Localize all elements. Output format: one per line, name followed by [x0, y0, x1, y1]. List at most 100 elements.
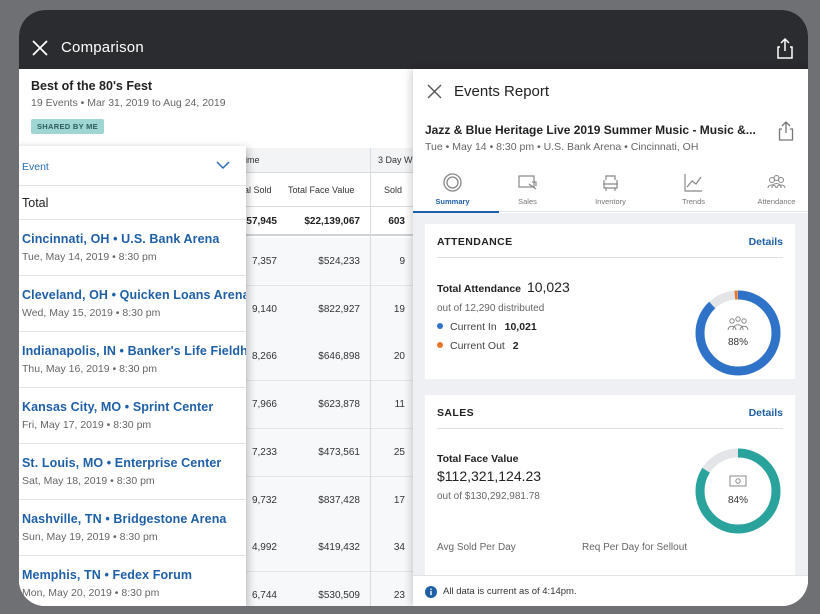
table-cell: 23 [371, 571, 419, 606]
event-date: Wed, May 15, 2019 • 8:30 pm [22, 307, 161, 319]
column-header[interactable]: Sold [371, 173, 419, 207]
summary-icon [443, 173, 462, 192]
table-cell: $419,432 [281, 524, 370, 573]
total-row[interactable]: Total [19, 186, 246, 220]
tab-attendance[interactable]: Attendance [737, 167, 808, 212]
status-footer: All data is current as of 4:14pm. [413, 575, 808, 606]
table-cell: 34 [371, 524, 419, 573]
table-cell: $530,509 [281, 571, 370, 606]
group-header: ime [239, 148, 370, 173]
event-name: Cleveland, OH • Quicken Loans Arena [22, 288, 246, 302]
share-icon[interactable] [776, 37, 794, 59]
event-date: Thu, May 16, 2019 • 8:30 pm [22, 363, 158, 375]
event-name: Kansas City, MO • Sprint Center [22, 400, 214, 414]
report-title: Events Report [454, 83, 550, 100]
report-scroll-area[interactable]: ATTENDANCE Details Total Attendance 10,0… [413, 213, 808, 575]
total-cell: 603 [371, 207, 419, 236]
tab-summary[interactable]: Summary [413, 167, 499, 213]
total-cell: $22,139,067 [281, 207, 370, 236]
close-icon[interactable] [427, 84, 442, 99]
total-attendance: Total Attendance 10,023 [437, 279, 570, 295]
event-date: Mon, May 20, 2019 • 8:30 pm [22, 587, 160, 599]
table-cell: $623,878 [281, 381, 370, 430]
event-name: Cincinnati, OH • U.S. Bank Arena [22, 232, 220, 246]
cash-icon [729, 475, 747, 487]
tab-label: Attendance [757, 197, 796, 206]
sales-heading: SALES [437, 407, 475, 419]
app-window: Comparison Best of the 80's Fest 19 Even… [19, 10, 808, 606]
event-dropdown[interactable]: Event [19, 146, 246, 186]
event-name: St. Louis, MO • Enterprise Center [22, 456, 222, 470]
current-in-label: Current In [450, 321, 497, 333]
total-attendance-value: 10,023 [526, 279, 570, 295]
sales-donut: 84% [695, 448, 781, 534]
attendance-out-of: out of 12,290 distributed [437, 303, 545, 314]
list-item[interactable]: Indianapolis, IN • Banker's Life Fieldho… [19, 332, 246, 388]
list-item[interactable]: Nashville, TN • Bridgestone Arena Sun, Ma… [19, 500, 246, 556]
face-value-out-of: out of $130,292,981.78 [437, 491, 540, 502]
table-cell: $524,233 [281, 238, 370, 286]
event-name: Nashville, TN • Bridgestone Arena [22, 512, 227, 526]
list-item[interactable]: Cincinnati, OH • U.S. Bank Arena Tue, May… [19, 220, 246, 276]
people-icon [727, 316, 749, 331]
table-cell: 11 [371, 381, 419, 430]
table-cell: 9 [371, 238, 419, 286]
attendance-card: ATTENDANCE Details Total Attendance 10,0… [425, 224, 795, 379]
total-label: Total [22, 196, 49, 210]
event-date: Fri, May 17, 2019 • 8:30 pm [22, 419, 152, 431]
event-name: Memphis, TN • Fedex Forum [22, 568, 193, 582]
current-in-value: 10,021 [504, 321, 537, 333]
tab-trends[interactable]: Trends [654, 167, 733, 212]
attendance-donut: 88% [695, 290, 781, 376]
event-date: Sat, May 18, 2019 • 8:30 pm [22, 475, 155, 487]
shared-badge: SHARED BY ME [31, 119, 104, 134]
table-cell: $646,898 [281, 333, 370, 382]
current-out-row: Current Out 2 [437, 340, 519, 352]
tab-sales[interactable]: Sales [488, 167, 567, 212]
sales-details-link[interactable]: Details [749, 407, 783, 419]
table-cell: $837,428 [281, 476, 370, 525]
list-item[interactable]: St. Louis, MO • Enterprise Center Sat, Ma… [19, 444, 246, 500]
req-per-day-label: Req Per Day for Sellout [582, 542, 688, 553]
inventory-icon [603, 175, 618, 191]
report-tabs: Summary Sales Inventory Trends Attendanc… [413, 167, 808, 213]
column-header[interactable]: Total Face Value [281, 173, 370, 207]
divider [437, 428, 783, 429]
attendance-details-link[interactable]: Details [749, 236, 783, 248]
list-item[interactable]: Kansas City, MO • Sprint Center Fri, May … [19, 388, 246, 444]
sales-percent: 84% [728, 495, 748, 506]
tab-label: Trends [681, 197, 706, 206]
data-current-note: All data is current as of 4:14pm. [443, 586, 577, 597]
table-cell: 17 [371, 476, 419, 525]
share-icon[interactable] [778, 121, 794, 141]
list-item[interactable]: Memphis, TN • Fedex Forum Mon, May 20, 20… [19, 556, 246, 606]
current-in-row: Current In 10,021 [437, 321, 537, 333]
tab-label: Summary [435, 197, 470, 206]
top-bar: Comparison [19, 10, 808, 69]
page-title: Comparison [61, 39, 144, 56]
tab-label: Inventory [595, 197, 626, 206]
sales-icon [518, 175, 537, 190]
table-cell: 20 [371, 333, 419, 382]
current-out-label: Current Out [450, 340, 505, 352]
close-icon[interactable] [31, 39, 49, 57]
face-value: $112,321,124.23 [437, 468, 542, 484]
event-date: Tue, May 14, 2019 • 8:30 pm [22, 251, 157, 263]
attendance-heading: ATTENDANCE [437, 236, 513, 248]
comparison-title: Best of the 80's Fest [31, 79, 153, 93]
face-value-label: Total Face Value [437, 453, 519, 465]
event-list-panel: Event Total Cincinnati, OH • U.S. Bank A… [19, 146, 246, 606]
avg-sold-label: Avg Sold Per Day [437, 542, 516, 553]
event-dropdown-label: Event [22, 161, 49, 173]
event-title: Jazz & Blue Heritage Live 2019 Summer Mu… [425, 123, 756, 137]
current-out-value: 2 [512, 340, 519, 352]
divider [437, 257, 783, 258]
tab-label: Sales [518, 197, 537, 206]
list-item[interactable]: Cleveland, OH • Quicken Loans Arena Wed, … [19, 276, 246, 332]
attendance-icon [767, 174, 786, 189]
table-cell: $822,927 [281, 285, 370, 334]
table-cell: 25 [371, 428, 419, 477]
info-icon [425, 586, 437, 598]
tab-inventory[interactable]: Inventory [571, 167, 650, 212]
table-cell: $473,561 [281, 428, 370, 477]
